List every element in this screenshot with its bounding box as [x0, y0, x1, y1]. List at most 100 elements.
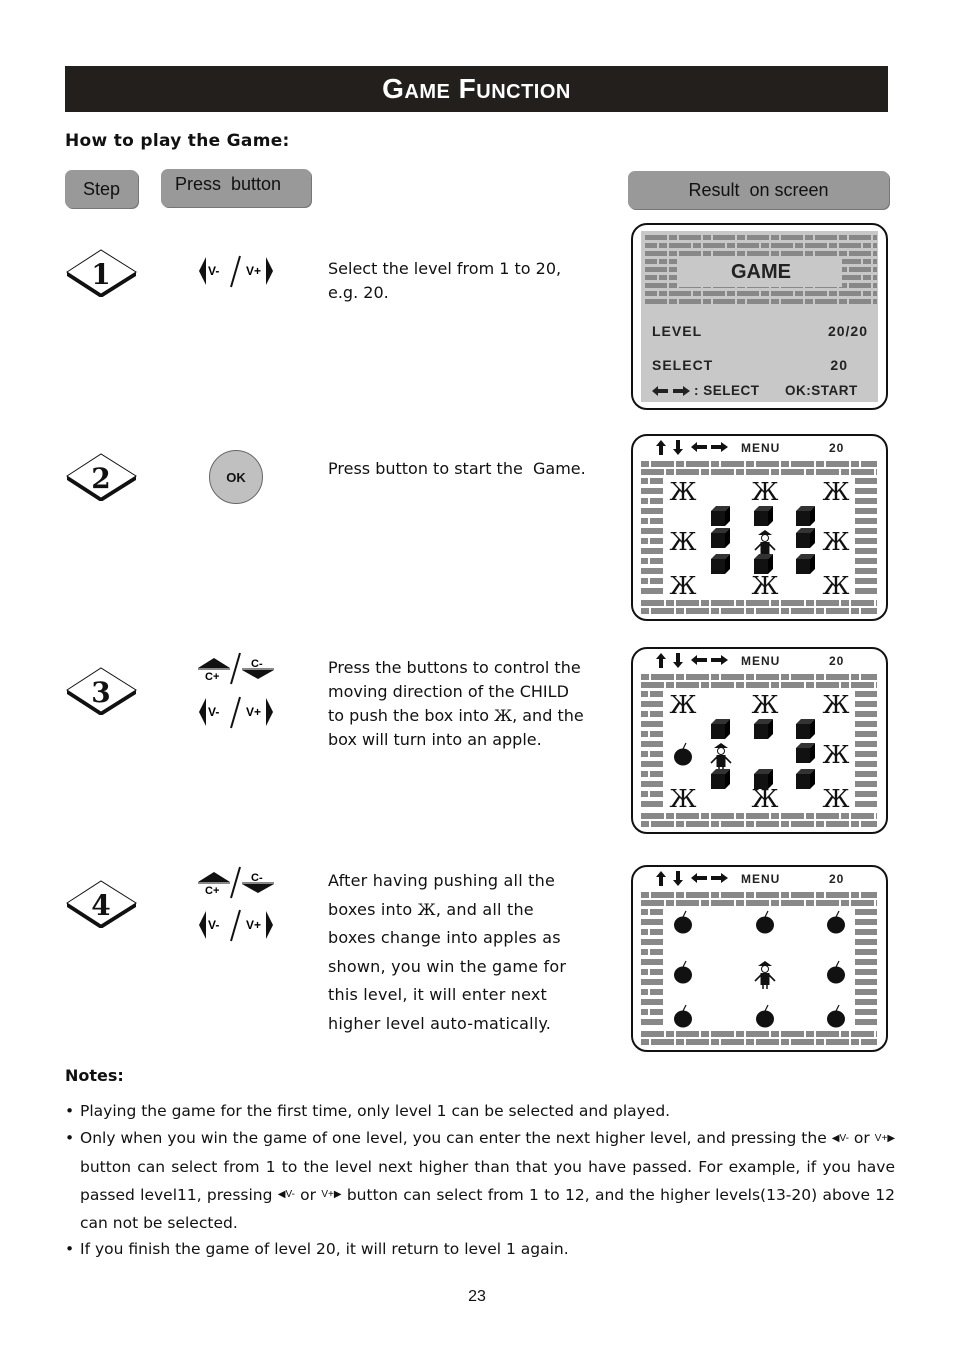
game-menu-screen: GAME LEVEL 20/20 SELECT 20 : SELECT OK:S… — [631, 223, 888, 410]
apple-icon — [827, 910, 845, 934]
game-screen-playing: MENU 20 Ж Ж Ж Ж Ж Ж Ж — [631, 647, 888, 834]
step-1-badge: 1 — [66, 249, 137, 297]
arrow-keys-icon — [656, 440, 728, 455]
box-icon — [711, 719, 730, 739]
arrow-keys-icon — [656, 653, 728, 668]
step-number: 2 — [91, 462, 110, 495]
down-arrow-icon — [673, 871, 683, 886]
level-number: 20 — [829, 872, 844, 886]
child-character-icon — [754, 961, 776, 989]
up-arrow-icon — [198, 872, 230, 882]
apple-icon — [756, 1004, 774, 1028]
box-icon — [796, 554, 815, 574]
apple-icon — [827, 960, 845, 984]
volume-down-key-icon: ◀ V- — [831, 1132, 849, 1144]
svg-text:V-: V- — [208, 705, 219, 719]
notes-title: Notes: — [65, 1066, 124, 1085]
box-icon — [711, 528, 730, 548]
svg-text:V+: V+ — [246, 918, 261, 932]
left-arrow-icon — [691, 655, 707, 665]
up-arrow-icon — [656, 653, 666, 668]
level-label: LEVEL — [652, 323, 703, 339]
target-x-icon: Ж — [823, 785, 850, 813]
step-2-badge: 2 — [66, 453, 137, 501]
target-x-icon: Ж — [670, 478, 697, 506]
channel-keys-icon: C+ C- — [198, 652, 274, 685]
step-4-badge: 4 — [66, 880, 137, 928]
down-arrow-icon — [242, 884, 274, 893]
down-arrow-icon — [673, 653, 683, 668]
box-icon — [796, 769, 815, 789]
left-arrow-icon — [199, 911, 206, 939]
step-number: 1 — [91, 258, 110, 291]
column-header-step: Step — [65, 170, 138, 208]
left-arrow-icon — [691, 442, 707, 452]
menu-label: MENU — [741, 441, 780, 455]
target-x-icon: Ж — [823, 741, 850, 769]
svg-text:V-: V- — [208, 918, 219, 932]
right-arrow-icon — [711, 655, 728, 665]
screen-game-title: GAME — [731, 261, 791, 283]
box-icon — [711, 554, 730, 574]
right-arrow-icon — [266, 257, 273, 285]
target-x-icon: Ж — [752, 785, 779, 813]
game-screen-start: MENU 20 Ж Ж Ж Ж Ж Ж Ж Ж — [631, 434, 888, 621]
child-character-icon — [754, 530, 776, 558]
select-value: 20 — [830, 357, 848, 373]
box-icon — [754, 554, 773, 574]
target-x-icon: Ж — [670, 691, 697, 719]
note-item: • Playing the game for the first time, on… — [65, 1102, 671, 1120]
target-x-icon: Ж — [670, 572, 697, 600]
arrow-keys-icon — [656, 871, 728, 886]
ok-button-icon: OK — [209, 450, 263, 504]
note-item: • If you finish the game of level 20, it … — [65, 1240, 569, 1258]
right-arrow-icon — [711, 873, 728, 883]
left-arrow-icon — [199, 698, 206, 726]
box-icon — [754, 719, 773, 739]
step-2-description: Press button to start the Game. — [328, 459, 586, 478]
menu-label: MENU — [741, 654, 780, 668]
up-arrow-icon — [198, 658, 230, 668]
menu-label: MENU — [741, 872, 780, 886]
target-x-icon: Ж — [752, 478, 779, 506]
box-icon — [796, 719, 815, 739]
box-icon — [796, 743, 815, 763]
target-glyph-icon: Ж — [494, 706, 513, 725]
svg-text:C+: C+ — [205, 671, 219, 683]
svg-text:C-: C- — [251, 658, 263, 670]
volume-keys-icon: V- V+ — [199, 696, 273, 729]
hint-select: : SELECT — [694, 383, 760, 398]
box-icon — [711, 506, 730, 526]
target-glyph-icon: Ж — [417, 899, 436, 919]
apple-icon — [827, 1004, 845, 1028]
page-title: Game Function — [65, 66, 888, 112]
column-header-result: Result on screen — [628, 171, 889, 209]
step-4-description: After having pushing all the boxes into … — [328, 871, 567, 1033]
volume-up-key-icon: V+ ▶ — [874, 1132, 896, 1144]
target-x-icon: Ж — [670, 785, 697, 813]
right-arrow-icon — [266, 698, 273, 726]
channel-keys-icon: C+ C- — [198, 866, 274, 899]
left-arrow-icon — [199, 257, 206, 285]
svg-text:V+: V+ — [246, 705, 261, 719]
right-arrow-icon — [711, 442, 728, 452]
down-arrow-icon — [673, 440, 683, 455]
box-icon — [796, 528, 815, 548]
step-3-badge: 3 — [66, 667, 137, 715]
target-x-icon: Ж — [823, 691, 850, 719]
volume-keys-icon: V- V+ — [199, 255, 273, 288]
svg-text:V+: V+ — [246, 264, 261, 278]
svg-text:V-: V- — [208, 264, 219, 278]
child-character-icon — [710, 743, 732, 771]
down-arrow-icon — [242, 670, 274, 679]
section-heading: How to play the Game: — [65, 131, 290, 151]
volume-down-key-icon: ◀ V- — [277, 1189, 295, 1200]
step-1-description: Select the level from 1 to 20, e.g. 20. — [328, 259, 562, 302]
left-right-arrows-icon — [652, 385, 690, 396]
apple-icon — [674, 742, 692, 766]
step-number: 4 — [91, 889, 110, 922]
box-icon — [754, 769, 773, 789]
up-arrow-icon — [656, 871, 666, 886]
apple-icon — [756, 910, 774, 934]
target-x-icon: Ж — [670, 528, 697, 556]
